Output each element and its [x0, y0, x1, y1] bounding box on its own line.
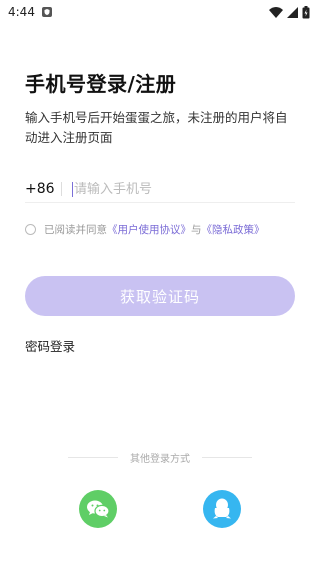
agreement-row: 已阅读并同意 《用户使用协议》 与 《隐私政策》: [25, 222, 300, 237]
wechat-icon: [87, 500, 110, 518]
page-title: 手机号登录/注册: [25, 72, 177, 96]
phone-divider: [61, 182, 62, 196]
qq-login-button[interactable]: [203, 490, 241, 528]
agreement-and: 与: [191, 224, 202, 236]
user-agreement-link[interactable]: 《用户使用协议》: [107, 222, 191, 237]
privacy-policy-link[interactable]: 《隐私政策》: [202, 222, 265, 237]
other-login-divider: 其他登录方式: [0, 450, 320, 465]
wifi-icon: [269, 6, 283, 18]
agreement-radio[interactable]: [25, 224, 36, 235]
phone-row: +86: [25, 176, 295, 203]
status-right: [269, 5, 310, 19]
status-time: 4:44: [8, 5, 35, 19]
get-code-button[interactable]: 获取验证码: [25, 276, 295, 316]
agreement-prefix: 已阅读并同意: [44, 224, 107, 236]
page-subtitle: 输入手机号后开始蛋蛋之旅，未注册的用户将自动进入注册页面: [25, 110, 288, 145]
shield-icon: [41, 7, 52, 17]
battery-icon: [302, 5, 310, 18]
signal-icon: [287, 6, 298, 18]
country-code[interactable]: +86: [25, 181, 59, 197]
qq-icon: [213, 498, 231, 519]
password-login-link[interactable]: 密码登录: [25, 336, 75, 355]
phone-input[interactable]: [72, 181, 274, 197]
other-login-label: 其他登录方式: [130, 454, 190, 465]
status-left: 4:44: [8, 5, 53, 19]
status-bar: 4:44: [0, 0, 320, 24]
divider-right: [202, 457, 252, 458]
wechat-login-button[interactable]: [79, 490, 117, 528]
divider-left: [68, 457, 118, 458]
